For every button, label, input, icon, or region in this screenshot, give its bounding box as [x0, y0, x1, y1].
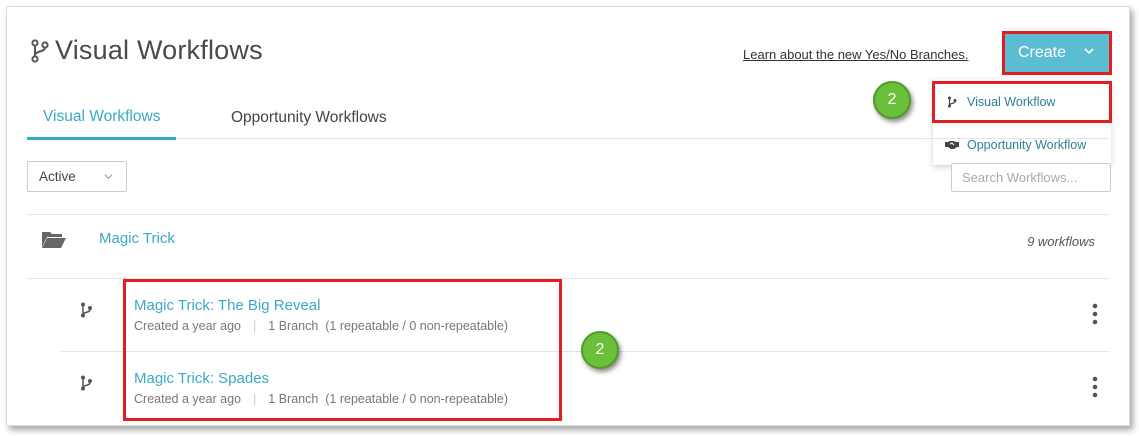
- page-title: Visual Workflows: [29, 35, 263, 66]
- search-workflows-input[interactable]: [951, 163, 1111, 192]
- workflow-highlight-box: [123, 279, 562, 421]
- more-options-icon[interactable]: [1091, 376, 1099, 398]
- folder-open-icon: [42, 232, 66, 248]
- status-filter-value: Active: [39, 169, 76, 184]
- handshake-icon: [945, 138, 959, 152]
- create-button[interactable]: Create: [1002, 31, 1112, 75]
- learn-branches-link[interactable]: Learn about the new Yes/No Branches.: [743, 47, 969, 62]
- divider: [27, 214, 1109, 215]
- callout-badge: 2: [581, 331, 619, 369]
- chevron-down-icon: [1084, 48, 1094, 55]
- branch-icon: [81, 302, 92, 318]
- more-options-icon[interactable]: [1091, 303, 1099, 325]
- branch-icon: [31, 38, 49, 63]
- create-button-label: Create: [1018, 44, 1067, 61]
- workflows-panel: Visual Workflows Learn about the new Yes…: [6, 6, 1130, 426]
- tab-opportunity-workflows[interactable]: Opportunity Workflows: [215, 97, 403, 139]
- menu-item-label: Opportunity Workflow: [967, 138, 1087, 152]
- tab-visual-workflows[interactable]: Visual Workflows: [27, 97, 177, 140]
- page-title-text: Visual Workflows: [55, 35, 263, 65]
- folder-name[interactable]: Magic Trick: [99, 230, 175, 247]
- status-filter-select[interactable]: Active: [27, 161, 127, 192]
- workflow-tabs: Visual Workflows Opportunity Workflows: [27, 97, 1109, 140]
- folder-workflow-count: 9 workflows: [1027, 234, 1095, 249]
- branch-icon: [81, 375, 92, 391]
- chevron-down-icon: [104, 174, 113, 180]
